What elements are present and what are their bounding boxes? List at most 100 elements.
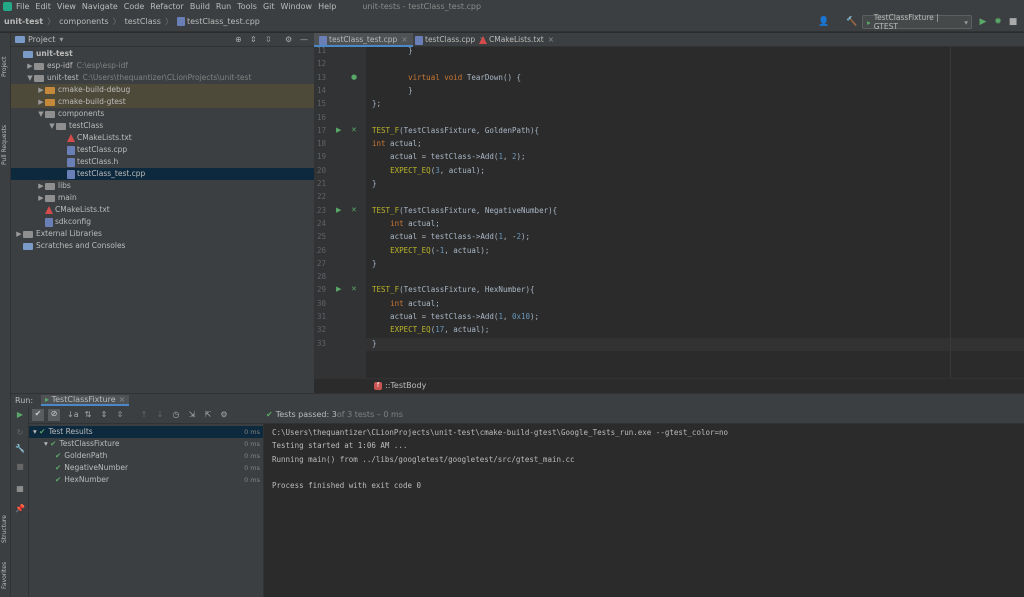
- tree-item[interactable]: ▶ External Libraries: [11, 228, 314, 240]
- stop-icon[interactable]: ■: [15, 462, 25, 472]
- tree-item[interactable]: ▶ cmake-build-debug: [11, 84, 314, 96]
- up-arrow-icon[interactable]: ↑: [139, 410, 149, 420]
- rerun-failed-icon[interactable]: ↻: [15, 428, 25, 438]
- editor-tab[interactable]: testClass_test.cpp ×: [314, 33, 413, 47]
- build-hammer-icon[interactable]: 🔨: [846, 17, 857, 27]
- menu-item-navigate[interactable]: Navigate: [82, 2, 118, 11]
- run-test-icon[interactable]: ▶: [336, 285, 341, 293]
- menu-item-refactor[interactable]: Refactor: [150, 2, 184, 11]
- tree-item[interactable]: ▶ esp-idf C:\esp\esp-idf: [11, 60, 314, 72]
- chevron-down-icon[interactable]: ▾: [59, 35, 63, 44]
- tree-item[interactable]: sdkconfig: [11, 216, 314, 228]
- import-icon[interactable]: ⇲: [187, 410, 197, 420]
- export-icon[interactable]: ⇱: [203, 410, 213, 420]
- run-console[interactable]: C:\Users\thequantizer\CLionProjects\unit…: [263, 424, 1024, 597]
- run-configuration-select[interactable]: ▸ TestClassFixture | GTEST ▾: [862, 13, 972, 31]
- tree-item[interactable]: testClass_test.cpp: [11, 168, 314, 180]
- locate-icon[interactable]: ⊕: [235, 35, 242, 44]
- collapse-all-icon[interactable]: ⇳: [115, 410, 125, 420]
- show-passed-icon[interactable]: ✔: [32, 409, 44, 421]
- menu-item-code[interactable]: Code: [124, 2, 144, 11]
- tree-item[interactable]: ▶ main: [11, 192, 314, 204]
- sort-alpha-icon[interactable]: ↓a: [67, 410, 79, 420]
- menu-item-window[interactable]: Window: [281, 2, 313, 11]
- tree-item[interactable]: CMakeLists.txt: [11, 204, 314, 216]
- breadcrumb-testclass[interactable]: testClass: [125, 17, 161, 26]
- tree-item[interactable]: testClass.cpp: [11, 144, 314, 156]
- code-editor[interactable]: } virtual void TearDown() { }}; TEST_F(Te…: [366, 46, 1024, 378]
- user-icon[interactable]: 👤: [818, 17, 829, 27]
- breadcrumb-file[interactable]: testClass_test.cpp: [187, 17, 260, 26]
- rerun-icon[interactable]: ▶: [15, 410, 25, 420]
- gear-icon[interactable]: ⚙: [285, 35, 292, 44]
- wrench-icon[interactable]: 🔧: [15, 444, 25, 454]
- chevron-down-icon[interactable]: ▼: [48, 120, 56, 132]
- chevron-right-icon[interactable]: ▶: [26, 60, 34, 72]
- menu-item-edit[interactable]: Edit: [35, 2, 51, 11]
- menu-item-view[interactable]: View: [57, 2, 76, 11]
- close-icon[interactable]: ×: [401, 35, 407, 44]
- run-test-icon[interactable]: ▶: [336, 126, 341, 134]
- test-result-row[interactable]: ▾ ✔ TestClassFixture 0 ms: [29, 438, 263, 450]
- line-number: 14: [316, 85, 326, 95]
- down-arrow-icon[interactable]: ↓: [155, 410, 165, 420]
- chevron-right-icon[interactable]: ▶: [37, 180, 45, 192]
- pull-requests-tool-tab[interactable]: Pull Requests: [1, 111, 10, 165]
- collapse-all-icon[interactable]: ⇳: [265, 35, 272, 44]
- chevron-down-icon[interactable]: ▼: [26, 72, 34, 84]
- tree-item[interactable]: ▶ cmake-build-gtest: [11, 96, 314, 108]
- favorites-tool-tab[interactable]: Favorites: [1, 553, 10, 589]
- chevron-down-icon[interactable]: ▼: [37, 108, 45, 120]
- structure-tool-tab[interactable]: Structure: [1, 503, 10, 543]
- menu-item-file[interactable]: File: [16, 2, 29, 11]
- pin-icon[interactable]: 📌: [15, 504, 25, 514]
- test-result-row[interactable]: ✔ HexNumber 0 ms: [29, 474, 263, 486]
- menu-item-tools[interactable]: Tools: [237, 2, 257, 11]
- menu-item-run[interactable]: Run: [216, 2, 231, 11]
- run-test-icon[interactable]: ▶: [336, 206, 341, 214]
- override-icon[interactable]: ●: [351, 73, 357, 81]
- chevron-right-icon[interactable]: ▶: [15, 228, 23, 240]
- expand-all-icon[interactable]: ⇕: [99, 410, 109, 420]
- editor-tab[interactable]: CMakeLists.txt ×: [474, 33, 559, 47]
- menu-item-build[interactable]: Build: [190, 2, 210, 11]
- test-result-row[interactable]: ✔ NegativeNumber 0 ms: [29, 462, 263, 474]
- sort-duration-icon[interactable]: ⇅: [83, 410, 93, 420]
- code-line: };: [372, 99, 382, 109]
- layout-icon[interactable]: ▦: [15, 484, 25, 494]
- project-tool-tab[interactable]: Project: [1, 37, 10, 77]
- run-config-tab[interactable]: ▸ TestClassFixture ×: [41, 394, 130, 406]
- close-icon[interactable]: ×: [119, 395, 126, 404]
- expand-all-icon[interactable]: ⇕: [250, 35, 257, 44]
- tree-item[interactable]: CMakeLists.txt: [11, 132, 314, 144]
- code-line: TEST_F(TestClassFixture, NegativeNumber)…: [372, 205, 558, 215]
- project-panel-title[interactable]: Project: [28, 35, 55, 44]
- editor-breadcrumb[interactable]: ::TestBody: [385, 381, 426, 390]
- project-tree: unit-test ▶ esp-idf C:\esp\esp-idf ▼ unit-tes…: [11, 47, 314, 393]
- hide-icon[interactable]: —: [300, 35, 308, 44]
- chevron-right-icon[interactable]: ▶: [37, 84, 45, 96]
- stop-icon[interactable]: ■: [1008, 17, 1018, 27]
- tree-item[interactable]: unit-test: [11, 48, 314, 60]
- breadcrumb-components[interactable]: components: [59, 17, 108, 26]
- test-result-row[interactable]: ▾ ✔ Test Results 0 ms: [29, 426, 263, 438]
- gear-icon[interactable]: ⚙: [219, 410, 229, 420]
- menu-item-git[interactable]: Git: [263, 2, 275, 11]
- debug-icon[interactable]: ✹: [993, 17, 1003, 27]
- tree-item[interactable]: ▶ libs: [11, 180, 314, 192]
- chevron-right-icon[interactable]: ▶: [37, 192, 45, 204]
- check-icon: ✔: [55, 463, 62, 472]
- tree-item[interactable]: ▼ testClass: [11, 120, 314, 132]
- chevron-right-icon[interactable]: ▶: [37, 96, 45, 108]
- tree-item[interactable]: ▼ components: [11, 108, 314, 120]
- close-icon[interactable]: ×: [548, 35, 554, 44]
- run-icon[interactable]: ▶: [978, 17, 988, 27]
- tree-item[interactable]: testClass.h: [11, 156, 314, 168]
- tree-item[interactable]: ▼ unit-test C:\Users\thequantizer\CLionPro…: [11, 72, 314, 84]
- history-icon[interactable]: ◷: [171, 410, 181, 420]
- show-ignored-icon[interactable]: ⊘: [48, 409, 60, 421]
- test-result-row[interactable]: ✔ GoldenPath 0 ms: [29, 450, 263, 462]
- menu-item-help[interactable]: Help: [318, 2, 336, 11]
- breadcrumb-project[interactable]: unit-test: [4, 17, 43, 26]
- tree-item[interactable]: Scratches and Consoles: [11, 240, 314, 252]
